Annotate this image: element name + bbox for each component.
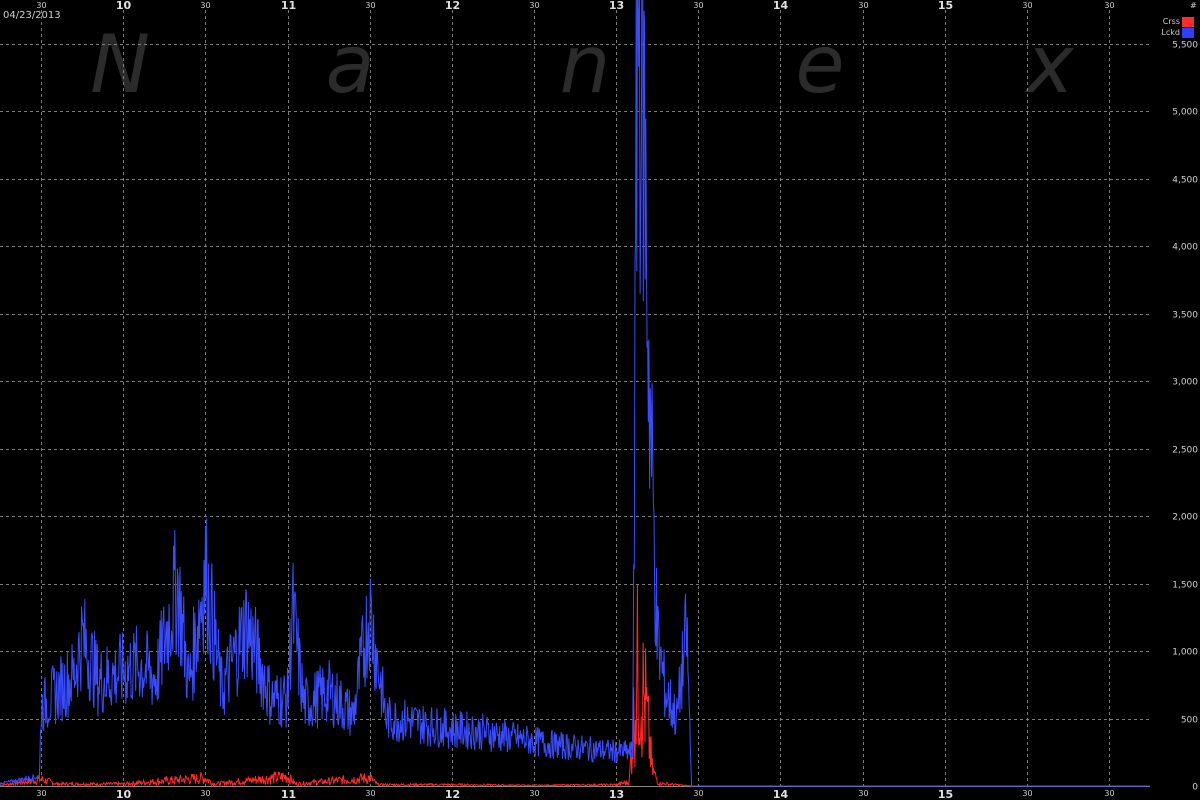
- watermark-letter: a: [325, 18, 374, 111]
- x-tick-label: 30: [1022, 789, 1032, 798]
- x-tick-label: 30: [365, 1, 375, 10]
- watermark-letter: e: [795, 18, 844, 111]
- x-tick-label: 30: [1104, 789, 1114, 798]
- legend: Crss Lckd: [1161, 16, 1194, 38]
- x-tick-label: 30: [36, 1, 46, 10]
- y-tick-label: 5,500: [1172, 41, 1198, 51]
- x-tick-label: 30: [365, 789, 375, 798]
- x-tick-label: 10: [116, 788, 132, 800]
- legend-item-crss: Crss: [1161, 16, 1194, 27]
- x-tick-label: 14: [773, 788, 789, 800]
- x-axis-ticks: 10 10 11 11 12 12 13 13 14 14 15 15 30 30 30 30 30 30 30 30…: [36, 0, 1114, 800]
- watermark-letter: N: [90, 18, 150, 111]
- x-tick-label: 11: [281, 0, 296, 12]
- y-tick-label: 500: [1181, 716, 1198, 726]
- series-group: [0, 0, 1150, 788]
- y-tick-label: 1,000: [1172, 648, 1198, 658]
- y-unit-label: #: [1190, 1, 1197, 10]
- y-tick-label: 4,500: [1172, 176, 1198, 186]
- x-tick-label: 30: [529, 1, 539, 10]
- chart-canvas: Na n e x 10 10 11 11 12 12 13 13 14 14 15 15 30 30 30 30 30…: [0, 0, 1198, 800]
- legend-label: Lckd: [1161, 28, 1180, 37]
- y-tick-label: 2,500: [1172, 446, 1198, 456]
- y-tick-label: 4,000: [1172, 243, 1198, 253]
- x-tick-label: 10: [116, 0, 132, 12]
- y-tick-label: 3,000: [1172, 378, 1198, 388]
- x-tick-label: 30: [529, 789, 539, 798]
- x-tick-label: 15: [938, 0, 953, 12]
- x-tick-label: 13: [609, 0, 624, 12]
- watermark-letter: n: [560, 18, 611, 111]
- y-axis-ticks: 0 500 1,000 1,500 2,000 2,500 3,000 3,500 4,000 4…: [1172, 41, 1198, 793]
- legend-swatch: [1182, 16, 1194, 27]
- x-tick-label: 12: [445, 0, 460, 12]
- x-tick-label: 30: [693, 789, 703, 798]
- x-tick-label: 30: [200, 1, 210, 10]
- x-tick-label: 15: [938, 788, 953, 800]
- y-tick-label: 5,000: [1172, 108, 1198, 118]
- y-tick-label: 0: [1192, 783, 1198, 793]
- x-tick-label: 30: [1104, 1, 1114, 10]
- x-tick-label: 30: [200, 789, 210, 798]
- y-tick-label: 2,000: [1172, 513, 1198, 523]
- series-line-lckd: [0, 0, 1150, 787]
- x-tick-label: 14: [773, 0, 789, 12]
- x-tick-label: 13: [609, 788, 624, 800]
- x-tick-label: 30: [858, 1, 868, 10]
- x-tick-label: 11: [281, 788, 296, 800]
- watermark-letter: x: [1023, 18, 1075, 111]
- y-tick-label: 3,500: [1172, 311, 1198, 321]
- legend-label: Crss: [1162, 17, 1180, 26]
- x-tick-label: 30: [36, 789, 46, 798]
- x-tick-label: 12: [445, 788, 460, 800]
- grid: [0, 10, 1150, 787]
- watermark: Na n e x: [90, 18, 1075, 111]
- legend-swatch: [1182, 27, 1194, 38]
- legend-item-lckd: Lckd: [1161, 27, 1194, 38]
- x-tick-label: 30: [1022, 1, 1032, 10]
- x-tick-label: 30: [858, 789, 868, 798]
- x-tick-label: 30: [693, 1, 703, 10]
- series-line-crss: [0, 584, 1150, 788]
- date-label: 04/23/2013: [3, 10, 61, 21]
- y-tick-label: 1,500: [1172, 581, 1198, 591]
